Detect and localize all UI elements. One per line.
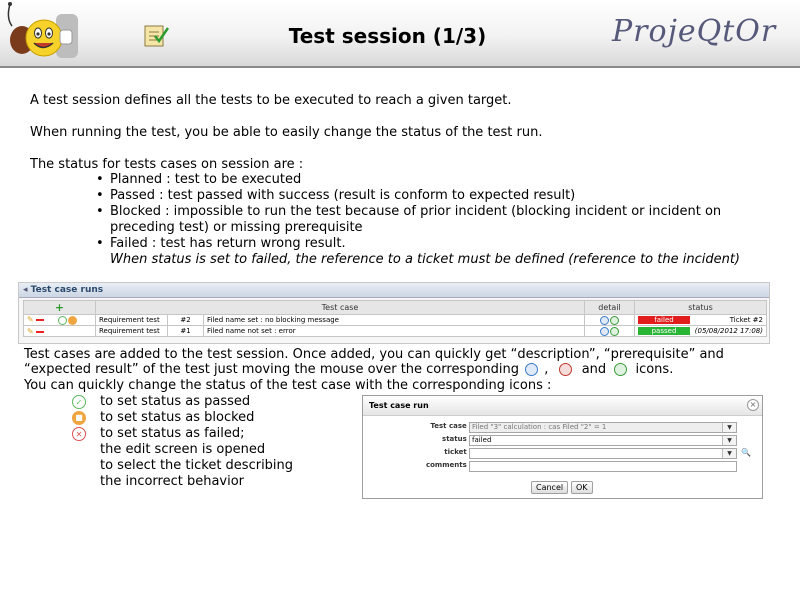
bullet-blocked: Blocked : impossible to run the test bec… <box>96 204 721 236</box>
edit-icon[interactable]: ✎ <box>27 315 34 324</box>
chevron-down-icon[interactable]: ▼ <box>722 436 736 445</box>
status-item-label: to set status as passed <box>100 394 251 409</box>
added-line-2-text: “expected result” of the test just movin… <box>24 362 520 377</box>
testcase-row: Test case : Filed "3" calculation : cas … <box>363 422 762 433</box>
expected-result-icon <box>614 363 628 376</box>
testcase-label: Test case : <box>430 422 472 430</box>
panel-title-text: Test case runs <box>30 285 104 295</box>
remove-icon[interactable] <box>35 330 44 333</box>
add-icon[interactable]: + <box>55 301 64 314</box>
row-actions: ✎ <box>23 325 96 337</box>
comments-field[interactable] <box>469 461 737 472</box>
row-actions: ✎ <box>23 314 96 326</box>
status-item-label: the edit screen is opened <box>100 442 266 457</box>
prerequisite-icon[interactable] <box>609 326 619 336</box>
col-testcase: Test case <box>95 300 585 315</box>
dialog-title: Test case run <box>363 396 762 416</box>
row-ticket[interactable]: Ticket #2 <box>730 316 763 324</box>
ticket-row: ticket : ▼ 🔍 <box>363 448 762 459</box>
col-detail: detail <box>584 300 635 315</box>
ok-button[interactable]: OK <box>571 481 593 494</box>
status-item-label: to select the ticket describing <box>100 458 294 473</box>
description-icon <box>525 363 539 376</box>
row-id: #2 <box>167 314 204 326</box>
close-icon[interactable]: × <box>747 399 759 411</box>
comma-text: , <box>544 362 549 377</box>
status-item-label: the incorrect behavior <box>100 474 245 489</box>
bullet-passed: Passed : test passed with success (resul… <box>96 188 721 204</box>
row-timestamp: (05/08/2012 17:08) <box>694 327 763 335</box>
intro-line-2: When running the test, you be able to ea… <box>30 125 543 140</box>
bullet-blocked-cont: preceding test) or missing prerequisite <box>110 220 363 235</box>
blocked-icon: ■ <box>72 411 86 425</box>
and-text: and <box>581 362 607 377</box>
ticket-label: ticket : <box>444 448 472 456</box>
ticket-select[interactable]: ▼ <box>469 448 737 459</box>
panel-title[interactable]: ◂ Test case runs <box>19 283 769 298</box>
status-item-label: to set status as blocked <box>100 410 255 425</box>
cancel-button[interactable]: Cancel <box>531 481 569 494</box>
row-type: Requirement test <box>95 314 168 326</box>
edit-icon[interactable]: ✎ <box>27 327 34 336</box>
prerequisite-icon[interactable] <box>609 315 619 325</box>
description-icon[interactable] <box>599 315 609 325</box>
bullet-planned: Planned : test to be executed <box>96 172 721 188</box>
description-icon[interactable] <box>599 326 609 336</box>
failed-icon: ✕ <box>72 427 86 441</box>
brand-logo-text: ProjeQtOr <box>612 14 777 49</box>
intro-line-1: A test session defines all the tests to … <box>30 93 512 108</box>
added-line-1: Test cases are added to the test session… <box>24 347 724 362</box>
status-label: status : <box>442 435 472 443</box>
row-id: #1 <box>167 325 204 337</box>
row-detail <box>584 314 635 326</box>
prerequisite-icon <box>558 363 572 376</box>
added-line-2: “expected result” of the test just movin… <box>24 362 673 378</box>
table-header-row: + Test case detail status <box>23 300 767 315</box>
row-type: Requirement test <box>95 325 168 337</box>
passed-icon: ✓ <box>72 395 86 409</box>
bullet-blocked-text: Blocked : impossible to run the test bec… <box>110 204 722 219</box>
change-status-line: You can quickly change the status of the… <box>24 378 552 393</box>
row-name: Filed name not set : error <box>203 325 585 337</box>
status-select[interactable]: failed ▼ <box>469 435 737 446</box>
failed-note: When status is set to failed, the refere… <box>110 252 740 267</box>
testcase-value: Filed "3" calculation : cas Filed "2" = … <box>472 423 607 431</box>
status-badge: failed <box>638 316 690 324</box>
test-case-run-dialog: Test case run × Test case : Filed "3" ca… <box>362 395 763 499</box>
chevron-down-icon[interactable]: ▼ <box>722 449 736 458</box>
intro-line-3: The status for tests cases on session ar… <box>30 157 304 172</box>
status-item-label: to set status as failed; <box>100 426 245 441</box>
checklist-icon <box>144 25 170 47</box>
passed-icon[interactable] <box>57 315 67 325</box>
row-status: failed Ticket #2 <box>634 314 767 326</box>
chevron-down-icon[interactable]: ▼ <box>722 423 736 432</box>
row-name: Filed name set : no blocking message <box>203 314 585 326</box>
table-row: ✎ Requirement test #1 Filed name not set… <box>23 325 767 337</box>
page-title: Test session (1/3) <box>288 24 487 48</box>
add-run-button[interactable]: + <box>23 300 96 315</box>
page-header: Test session (1/3) ProjeQtOr <box>0 0 800 68</box>
test-case-runs-table: + Test case detail status ✎ Requirement … <box>23 300 767 337</box>
table-row: ✎ Requirement test #2 Filed name set : n… <box>23 314 767 326</box>
comments-row: comments : <box>363 461 762 472</box>
icons-text: icons. <box>635 362 674 377</box>
row-detail <box>584 325 635 337</box>
smiley-mascot-icon <box>7 2 78 58</box>
comments-label: comments : <box>425 461 472 469</box>
status-bullet-list: Planned : test to be executed Passed : t… <box>96 172 721 252</box>
blocked-icon[interactable] <box>67 315 77 325</box>
search-icon[interactable]: 🔍 <box>741 448 751 457</box>
col-status: status <box>634 300 767 315</box>
status-row: status : failed ▼ <box>363 435 762 446</box>
status-value: failed <box>472 436 492 444</box>
status-badge: passed <box>638 327 690 335</box>
test-case-runs-panel: ◂ Test case runs + Test case detail stat… <box>18 282 770 344</box>
collapse-icon[interactable]: ◂ <box>23 285 31 295</box>
bullet-failed: Failed : test has return wrong result. <box>96 236 721 252</box>
row-status: passed (05/08/2012 17:08) <box>634 325 767 337</box>
testcase-select[interactable]: Filed "3" calculation : cas Filed "2" = … <box>469 422 737 433</box>
remove-icon[interactable] <box>35 319 44 322</box>
